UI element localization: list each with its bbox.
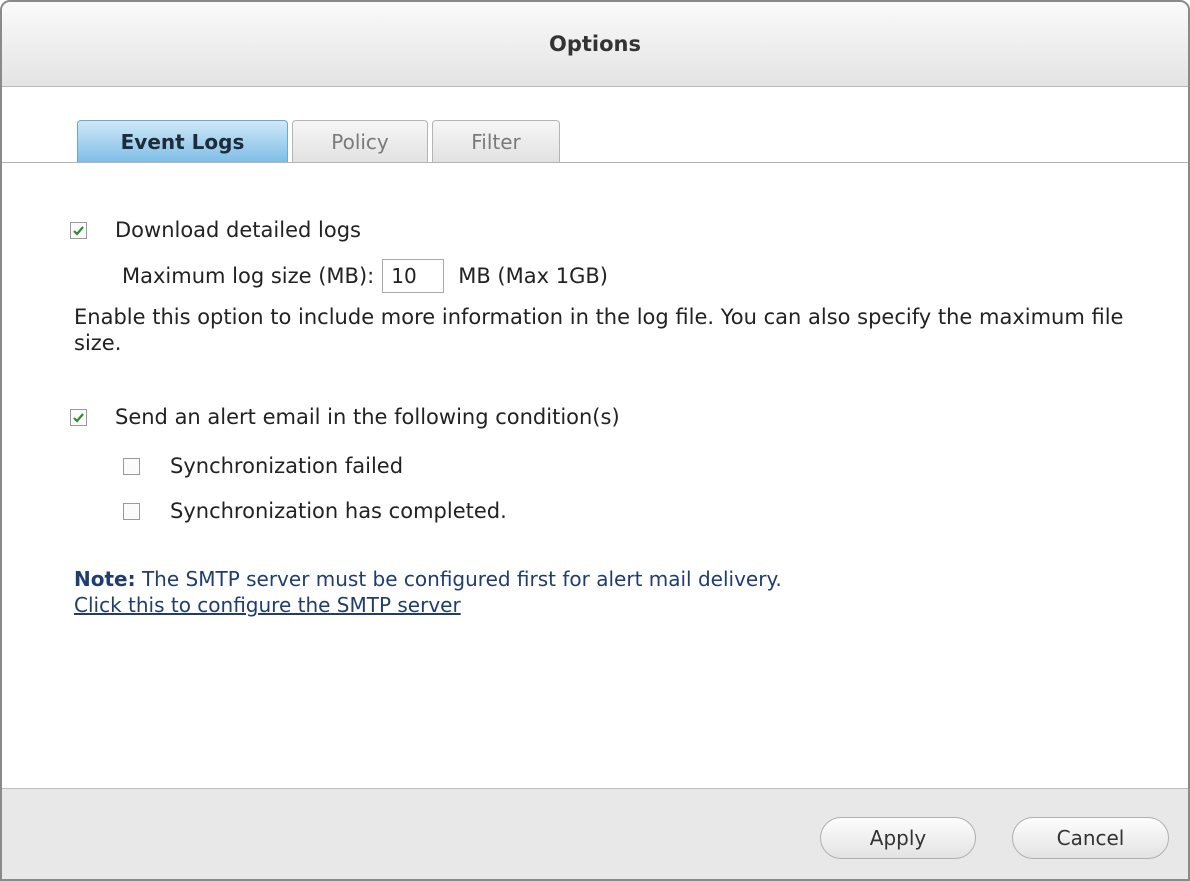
cancel-button[interactable]: Cancel <box>1012 817 1169 859</box>
download-logs-row: Download detailed logs <box>70 218 361 242</box>
download-logs-description: Enable this option to include more infor… <box>74 305 1124 355</box>
sync-failed-label: Synchronization failed <box>170 454 404 478</box>
tab-bar: Event Logs Policy Filter <box>77 120 560 162</box>
max-log-size-suffix: MB (Max 1GB) <box>458 264 608 288</box>
send-alert-label: Send an alert email in the following con… <box>115 405 620 429</box>
check-icon <box>73 225 84 236</box>
tab-event-logs[interactable]: Event Logs <box>77 120 288 162</box>
tab-divider <box>2 162 1188 163</box>
sync-failed-checkbox[interactable] <box>123 457 140 475</box>
send-alert-checkbox[interactable] <box>70 408 87 426</box>
apply-button[interactable]: Apply <box>820 817 976 859</box>
sync-completed-checkbox[interactable] <box>123 502 140 520</box>
dialog-footer <box>2 788 1188 879</box>
condition-sync-completed-row: Synchronization has completed. <box>123 499 507 523</box>
max-log-size-row: Maximum log size (MB): MB (Max 1GB) <box>122 259 608 293</box>
check-icon <box>73 412 84 423</box>
max-log-size-label: Maximum log size (MB): <box>122 264 375 288</box>
smtp-note: Note: The SMTP server must be configured… <box>74 567 782 591</box>
note-label: Note: <box>74 567 136 591</box>
options-dialog: Options Event Logs Policy Filter Downloa… <box>0 0 1190 881</box>
tab-policy[interactable]: Policy <box>292 120 428 162</box>
send-alert-row: Send an alert email in the following con… <box>70 405 620 429</box>
note-text: The SMTP server must be configured first… <box>135 567 782 591</box>
dialog-titlebar: Options <box>2 2 1188 87</box>
download-logs-checkbox[interactable] <box>70 221 87 239</box>
dialog-title: Options <box>549 32 641 56</box>
sync-completed-label: Synchronization has completed. <box>170 499 507 523</box>
download-logs-label: Download detailed logs <box>115 218 361 242</box>
max-log-size-input[interactable] <box>382 259 445 293</box>
tab-filter[interactable]: Filter <box>432 120 560 162</box>
condition-sync-failed-row: Synchronization failed <box>123 454 403 478</box>
configure-smtp-link[interactable]: Click this to configure the SMTP server <box>74 593 461 617</box>
